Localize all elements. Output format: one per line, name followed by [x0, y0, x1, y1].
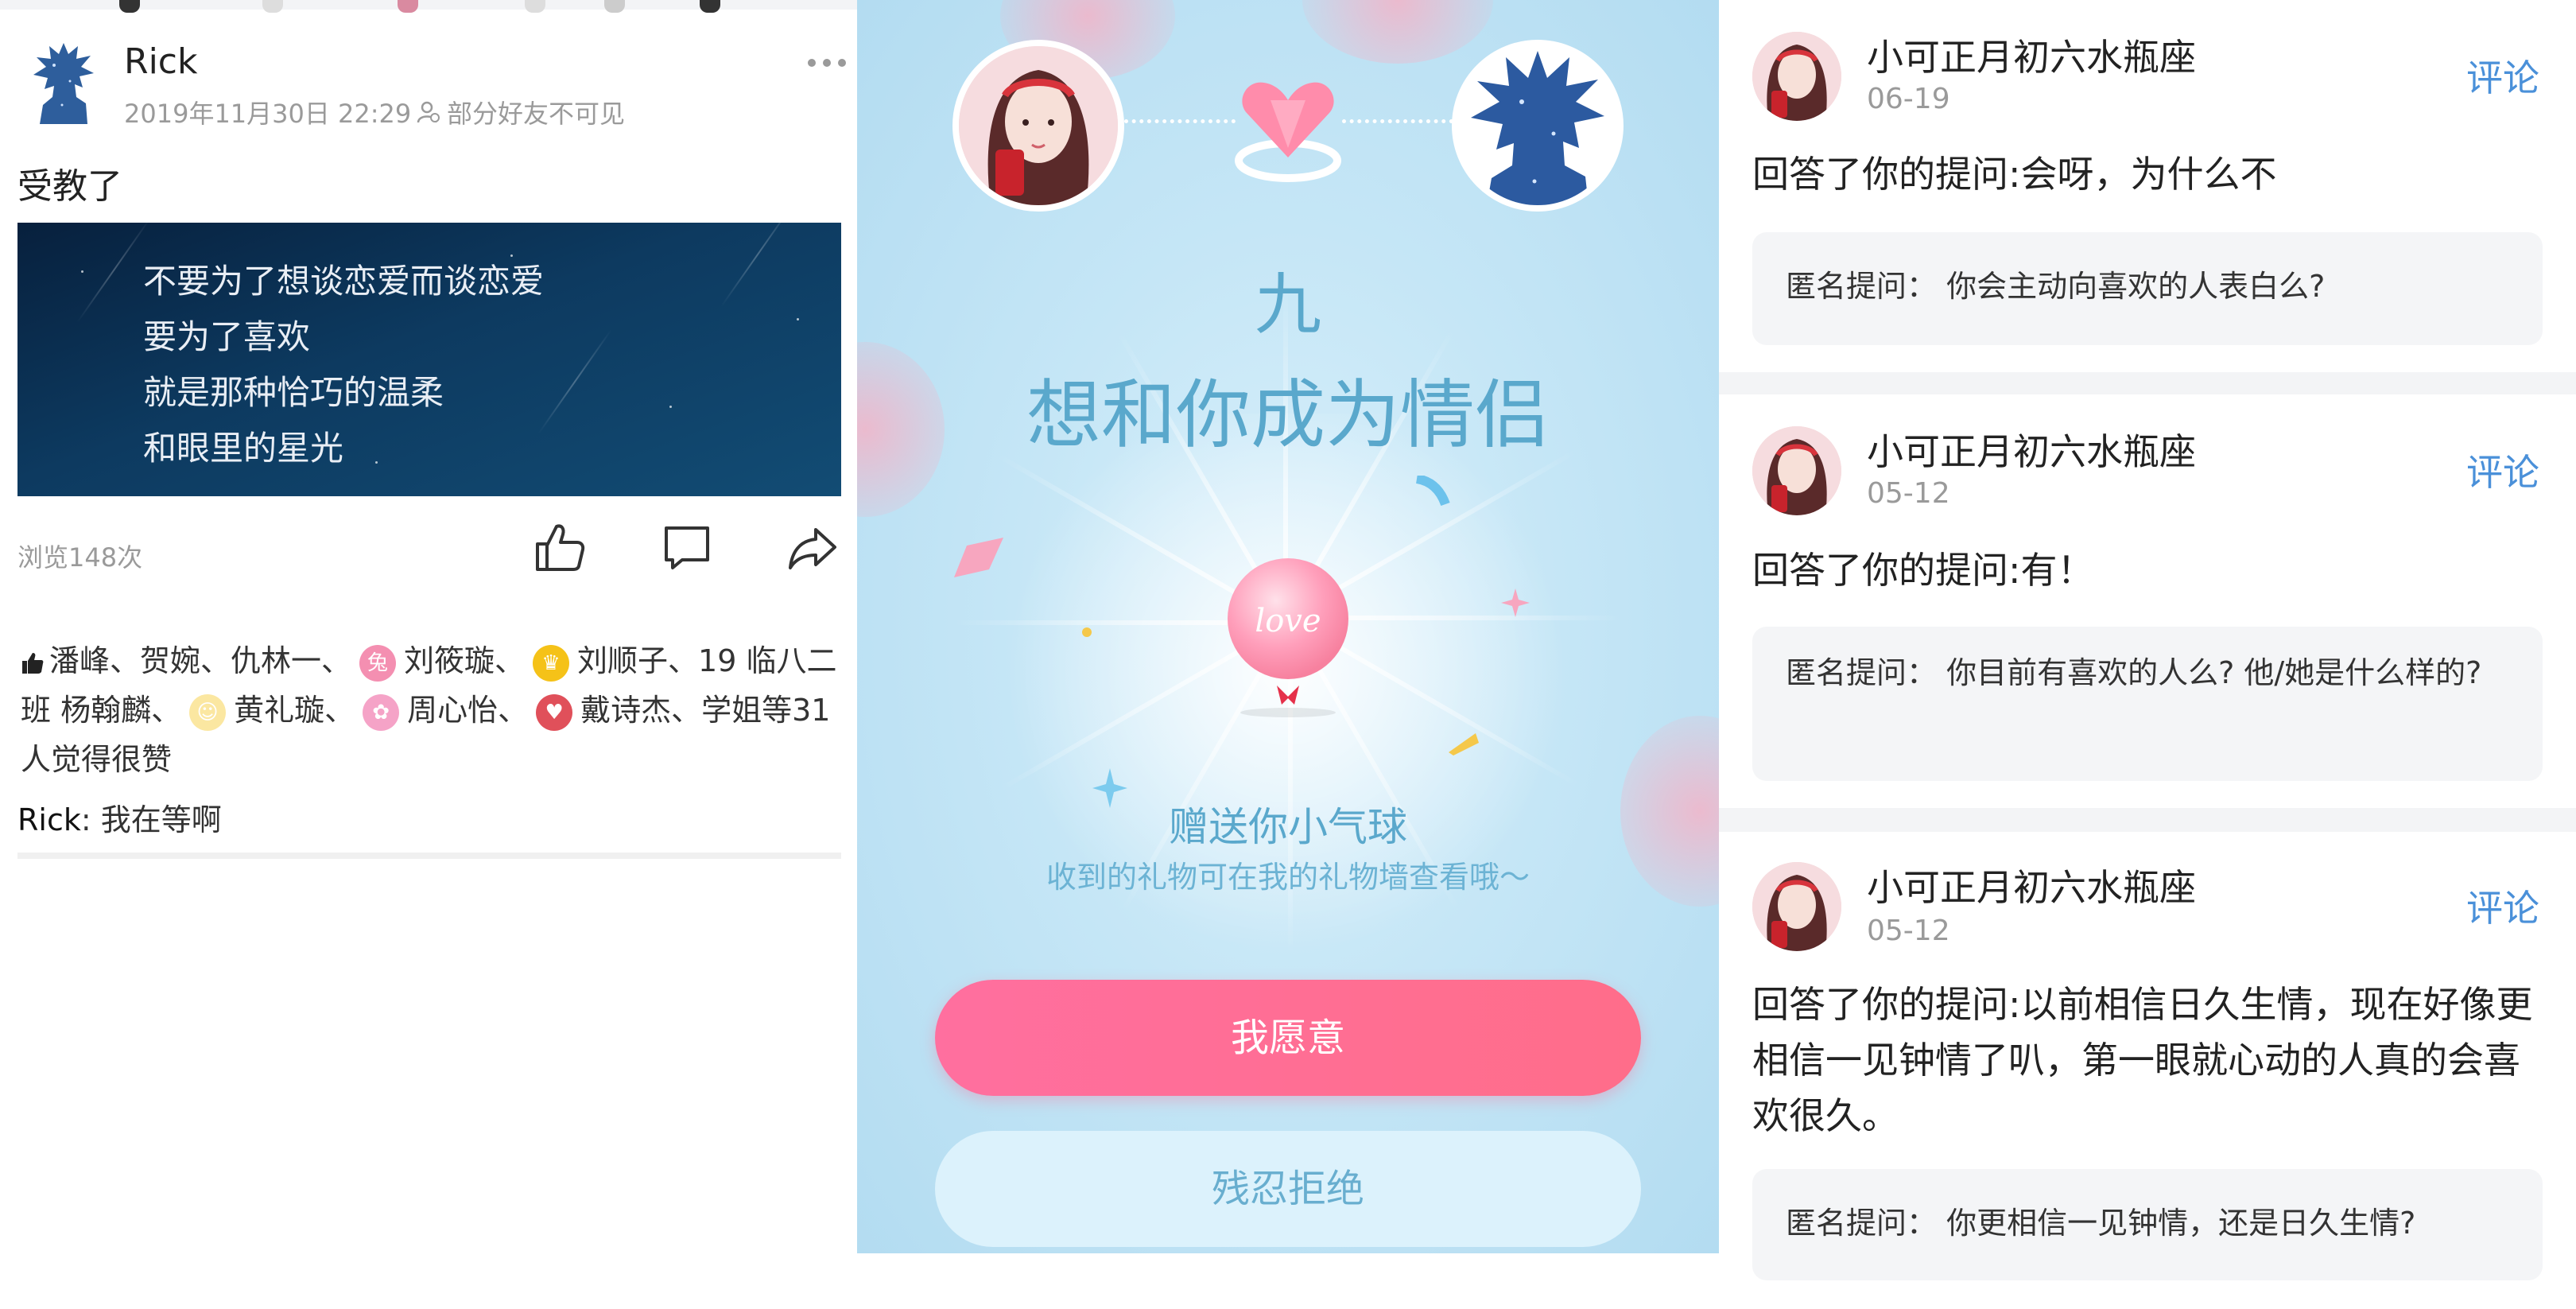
answer-card: 小可正月初六水瓶座 05-12 评论 回答了你的提问:以前相信日久生情，现在好像…: [1719, 832, 2576, 1309]
gift-title: 赠送你小气球: [1169, 804, 1407, 850]
likes-tail: 人觉得很赞: [21, 742, 173, 777]
answer-date: 06-19: [1867, 83, 1950, 115]
answer-date: 05-12: [1867, 477, 1950, 510]
comment-author[interactable]: Rick: [17, 802, 81, 837]
likes-name2: 刘筱璇、: [404, 643, 526, 678]
visibility-label: 部分好友不可见: [417, 94, 625, 130]
user-avatar[interactable]: [1752, 862, 1841, 951]
reject-button[interactable]: 残忍拒绝: [935, 1131, 1641, 1247]
user-avatar[interactable]: [1752, 426, 1841, 515]
divider: [17, 853, 841, 859]
crown-badge-icon: ♛: [533, 644, 570, 682]
emoji-badge-icon: ☺: [189, 693, 227, 731]
likes-name3: 刘顺子、19 临八二: [577, 643, 837, 678]
answer-text: 回答了你的提问:会呀，为什么不: [1752, 153, 2277, 196]
comment-text: : 我在等啊: [80, 802, 222, 837]
accept-button[interactable]: 我愿意: [935, 980, 1641, 1096]
image-line-3: 就是那种恰巧的温柔: [143, 373, 444, 412]
likes-name4: 黄礼璇、: [234, 693, 355, 728]
image-line-2: 要为了喜欢: [143, 317, 311, 356]
comment-icon[interactable]: [658, 519, 716, 576]
confetti-pink: [954, 538, 1003, 577]
question-box[interactable]: 匿名提问： 你目前有喜欢的人么? 他/她是什么样的?: [1752, 627, 2543, 781]
confetti-star: [1501, 588, 1530, 617]
comment-button[interactable]: 评论: [2466, 880, 2539, 932]
post-text: 受教了: [17, 166, 122, 207]
likes-name6: 戴诗杰、学姐等31: [580, 693, 831, 728]
likes-part2: 班 杨翰麟、: [21, 693, 182, 728]
rabbit-badge-icon: 兔: [359, 644, 397, 682]
user-name[interactable]: 小可正月初六水瓶座: [1867, 859, 2196, 911]
couple-invite-panel: 九 想和你成为情侣 love 赠送你小气球 收到的礼物可在我的礼物墙查看哦～ 我…: [857, 0, 1719, 1253]
answer-text: 回答了你的提问:以前相信日久生情，现在好像更相信一见钟情了叭，第一眼就心动的人真…: [1752, 983, 2533, 1137]
gift-subtitle: 收到的礼物可在我的礼物墙查看哦～: [1046, 860, 1530, 895]
post-time: 2019年11月30日 22:29: [124, 99, 412, 129]
answer-date: 05-12: [1867, 915, 1950, 947]
heart-gem-icon: [1235, 82, 1341, 182]
likes-name5: 周心怡、: [407, 693, 529, 728]
likes-list: 潘峰、贺婉、仇林一、兔刘筱璇、 ♛ 刘顺子、19 临八二 班 杨翰麟、 ☺ 黄礼璇、 ✿ 周…: [21, 636, 848, 784]
author-avatar[interactable]: [30, 41, 97, 124]
sender-avatar[interactable]: [952, 40, 1124, 212]
comment-button[interactable]: 评论: [2466, 49, 2539, 102]
author-name[interactable]: Rick: [124, 41, 197, 82]
share-icon[interactable]: [784, 519, 841, 576]
likes-part1: 潘峰、贺婉、仇林一、: [49, 643, 352, 678]
user-name[interactable]: 小可正月初六水瓶座: [1867, 423, 2196, 476]
answer-card: 小可正月初六水瓶座 05-12 评论 回答了你的提问:有！ 匿名提问： 你目前有…: [1719, 394, 2576, 808]
top-strip: [0, 0, 857, 13]
more-options-icon[interactable]: [808, 51, 846, 75]
question-box[interactable]: 匿名提问： 你更相信一见钟情，还是日久生情?: [1752, 1169, 2543, 1280]
comment-row[interactable]: Rick: 我在等啊: [17, 795, 222, 839]
confetti-blue: [1415, 476, 1450, 507]
view-count: 浏览148次: [17, 542, 143, 573]
image-line-1: 不要为了想谈恋爱而谈恋爱: [143, 262, 545, 301]
comment-button[interactable]: 评论: [2466, 444, 2539, 496]
answer-text: 回答了你的提问:有！: [1752, 549, 2094, 592]
answers-feed-panel: 小可正月初六水瓶座 06-19 评论 回答了你的提问:会呀，为什么不 匿名提问：…: [1719, 0, 2576, 1309]
answer-card: 小可正月初六水瓶座 06-19 评论 回答了你的提问:会呀，为什么不 匿名提问：…: [1719, 0, 2576, 372]
confetti-yellow: [1449, 733, 1479, 755]
question-box[interactable]: 匿名提问： 你会主动向喜欢的人表白么?: [1752, 232, 2543, 345]
thumbs-up-icon: [22, 652, 44, 674]
like-icon[interactable]: [531, 519, 588, 576]
invite-title: 想和你成为情侣: [1026, 372, 1550, 459]
flower-badge-icon: ✿: [363, 693, 400, 731]
balloon-text: love: [1255, 603, 1321, 639]
post-image[interactable]: 不要为了想谈恋爱而谈恋爱 要为了喜欢 就是那种恰巧的温柔 和眼里的星光: [17, 223, 841, 496]
image-line-4: 和眼里的星光: [143, 429, 344, 468]
receiver-avatar[interactable]: [1452, 40, 1624, 212]
sender-name: 九: [1254, 266, 1321, 344]
love-balloon: love: [1228, 558, 1348, 717]
visibility-text: 部分好友不可见: [447, 99, 626, 129]
confetti-dot: [1082, 627, 1092, 637]
lips-badge-icon: ♥: [536, 693, 573, 731]
visibility-icon: [417, 101, 440, 123]
user-avatar[interactable]: [1752, 32, 1841, 121]
feed-post-panel: Rick 2019年11月30日 22:29 部分好友不可见 受教了 不要为了想…: [0, 0, 857, 1309]
user-name[interactable]: 小可正月初六水瓶座: [1867, 29, 2196, 81]
